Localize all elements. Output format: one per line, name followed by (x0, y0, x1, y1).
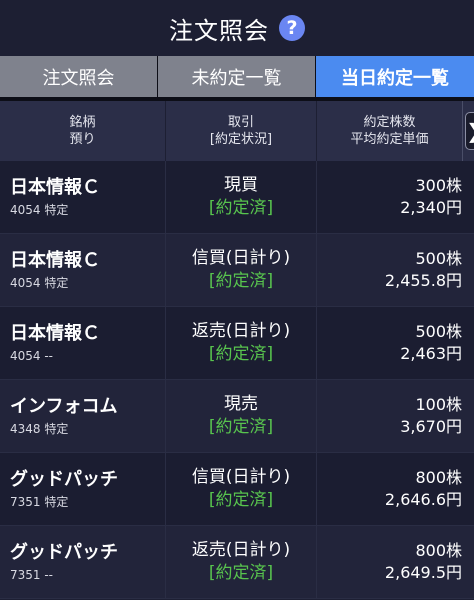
executed-quantity: 100株 (415, 395, 462, 414)
stock-name: グッドパッチ (10, 542, 118, 563)
stock-cell: グッドパッチ 7351 -- (0, 526, 166, 598)
quantity-cell: 300株 2,340円 (317, 161, 474, 233)
trade-cell: 信買(日計り) [約定済] (166, 453, 317, 525)
trade-type: 返売(日計り) (191, 540, 291, 560)
trade-cell: 現買 [約定済] (166, 161, 317, 233)
average-price: 2,463円 (400, 344, 462, 363)
stock-cell: グッドパッチ 7351 特定 (0, 453, 166, 525)
stock-cell: 日本情報Ｃ 4054 -- (0, 307, 166, 379)
trade-type: 現売 (224, 394, 258, 414)
trade-cell: 返売(日計り) [約定済] (166, 526, 317, 598)
executed-quantity: 800株 (415, 468, 462, 487)
trade-status: [約定済] (208, 271, 274, 291)
trade-type: 信買(日計り) (191, 248, 291, 268)
executed-quantity: 500株 (415, 249, 462, 268)
average-price: 2,455.8円 (384, 271, 462, 290)
stock-cell: 日本情報Ｃ 4054 特定 (0, 161, 166, 233)
trade-cell: 返売(日計り) [約定済] (166, 307, 317, 379)
stock-code-custody: 7351 特定 (10, 495, 69, 509)
header-avg-price-label: 平均約定単価 (350, 132, 429, 147)
average-price: 2,649.5円 (384, 563, 462, 582)
table-row[interactable]: グッドパッチ 7351 -- 返売(日計り) [約定済] 800株 2,649.… (0, 526, 474, 599)
quantity-cell: 500株 2,463円 (317, 307, 474, 379)
table-row[interactable]: 日本情報Ｃ 4054 特定 現買 [約定済] 300株 2,340円 (0, 161, 474, 234)
chevron-right-icon: ❯ (465, 112, 474, 150)
header-status-label: [約定状況] (209, 132, 273, 147)
header-quantity: 約定株数 平均約定単価 (317, 101, 462, 161)
table-row[interactable]: グッドパッチ 7351 特定 信買(日計り) [約定済] 800株 2,646.… (0, 453, 474, 526)
tab-today-executed-list[interactable]: 当日約定一覧 (316, 56, 474, 97)
execution-list: 日本情報Ｃ 4054 特定 現買 [約定済] 300株 2,340円 日本情報Ｃ… (0, 161, 474, 599)
trade-type: 信買(日計り) (191, 467, 291, 487)
tab-unexecuted-list[interactable]: 未約定一覧 (158, 56, 315, 97)
quantity-cell: 800株 2,649.5円 (317, 526, 474, 598)
stock-name: 日本情報Ｃ (10, 250, 100, 271)
trade-cell: 現売 [約定済] (166, 380, 317, 452)
stock-code-custody: 7351 -- (10, 568, 54, 582)
stock-code-custody: 4054 特定 (10, 203, 69, 217)
table-header: 銘柄 預り 取引 [約定状況] 約定株数 平均約定単価 ❯ (0, 101, 474, 161)
stock-name: グッドパッチ (10, 469, 118, 490)
title-bar: 注文照会 ? (0, 0, 474, 56)
header-quantity-label: 約定株数 (363, 115, 416, 130)
tab-order-inquiry[interactable]: 注文照会 (0, 56, 157, 97)
quantity-cell: 800株 2,646.6円 (317, 453, 474, 525)
table-row[interactable]: 日本情報Ｃ 4054 特定 信買(日計り) [約定済] 500株 2,455.8… (0, 234, 474, 307)
header-custody-label: 預り (69, 132, 96, 147)
stock-code-custody: 4054 -- (10, 349, 54, 363)
stock-name: インフォコム (10, 396, 118, 417)
trade-type: 現買 (224, 175, 258, 195)
page-title: 注文照会 (169, 16, 269, 45)
stock-cell: 日本情報Ｃ 4054 特定 (0, 234, 166, 306)
quantity-cell: 500株 2,455.8円 (317, 234, 474, 306)
trade-status: [約定済] (208, 563, 274, 583)
header-trade-label: 取引 (227, 115, 254, 130)
executed-quantity: 800株 (415, 541, 462, 560)
table-row[interactable]: 日本情報Ｃ 4054 -- 返売(日計り) [約定済] 500株 2,463円 (0, 307, 474, 380)
average-price: 2,340円 (400, 198, 462, 217)
trade-status: [約定済] (208, 198, 274, 218)
trade-type: 返売(日計り) (191, 321, 291, 341)
help-icon[interactable]: ? (279, 15, 305, 41)
quantity-cell: 100株 3,670円 (317, 380, 474, 452)
header-stock: 銘柄 預り (0, 101, 166, 161)
header-stock-label: 銘柄 (69, 115, 96, 130)
header-trade: 取引 [約定状況] (166, 101, 317, 161)
trade-cell: 信買(日計り) [約定済] (166, 234, 317, 306)
tab-bar: 注文照会 未約定一覧 当日約定一覧 (0, 56, 474, 97)
trade-status: [約定済] (208, 490, 274, 510)
table-row[interactable]: インフォコム 4348 特定 現売 [約定済] 100株 3,670円 (0, 380, 474, 453)
trade-status: [約定済] (208, 417, 274, 437)
trade-status: [約定済] (208, 344, 274, 364)
average-price: 3,670円 (400, 417, 462, 436)
stock-code-custody: 4054 特定 (10, 276, 69, 290)
executed-quantity: 500株 (415, 322, 462, 341)
average-price: 2,646.6円 (384, 490, 462, 509)
scroll-right-button[interactable]: ❯ (462, 101, 474, 161)
stock-name: 日本情報Ｃ (10, 323, 100, 344)
stock-cell: インフォコム 4348 特定 (0, 380, 166, 452)
executed-quantity: 300株 (415, 176, 462, 195)
stock-code-custody: 4348 特定 (10, 422, 69, 436)
stock-name: 日本情報Ｃ (10, 177, 100, 198)
